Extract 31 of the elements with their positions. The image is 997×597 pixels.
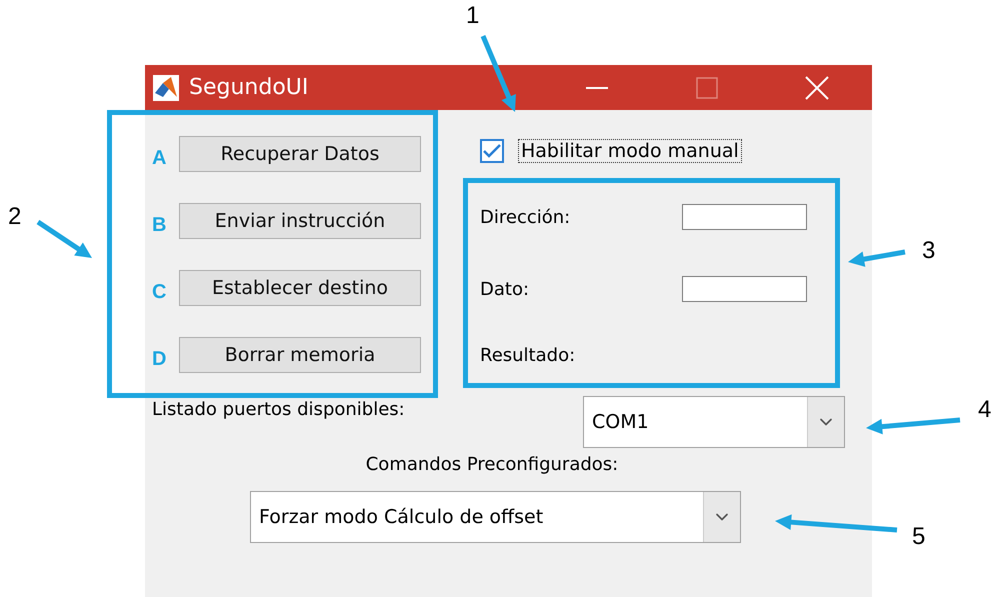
callout-number: 2 [8, 203, 22, 231]
action-button[interactable]: Enviar instrucción [179, 203, 421, 239]
callout-arrow [36, 220, 92, 258]
maximize-icon [696, 76, 718, 98]
callout-letter: C [152, 280, 168, 304]
close-icon [805, 76, 829, 100]
commands-dropdown[interactable]: Forzar modo Cálculo de offset [250, 491, 741, 543]
input-field[interactable] [682, 276, 807, 302]
input-field[interactable] [682, 204, 807, 230]
field-label: Resultado: [480, 344, 576, 366]
field-label: Dato: [480, 278, 530, 300]
commands-label: Comandos Preconfigurados: [366, 454, 618, 475]
action-button[interactable]: Recuperar Datos [179, 136, 421, 172]
ports-label: Listado puertos disponibles: [152, 398, 406, 420]
callout-number: 1 [466, 2, 480, 30]
app-icon [153, 74, 179, 100]
callout-letter: B [152, 212, 168, 236]
callout-arrow [848, 250, 906, 267]
window-title: SegundoUI [189, 75, 310, 100]
action-button[interactable]: Establecer destino [179, 270, 421, 306]
minimize-icon [586, 86, 608, 88]
callout-number: 4 [978, 396, 992, 424]
callout-number: 5 [912, 523, 926, 551]
callout-letter: A [152, 146, 168, 170]
ports-dropdown[interactable]: COM1 [583, 396, 845, 448]
checkbox-label[interactable]: Habilitar modo manual [518, 139, 742, 163]
action-button[interactable]: Borrar memoria [179, 337, 421, 373]
callout-letter: D [152, 346, 168, 370]
field-label: Dirección: [480, 206, 572, 228]
callout-number: 3 [922, 237, 936, 265]
checkbox[interactable] [480, 139, 504, 163]
